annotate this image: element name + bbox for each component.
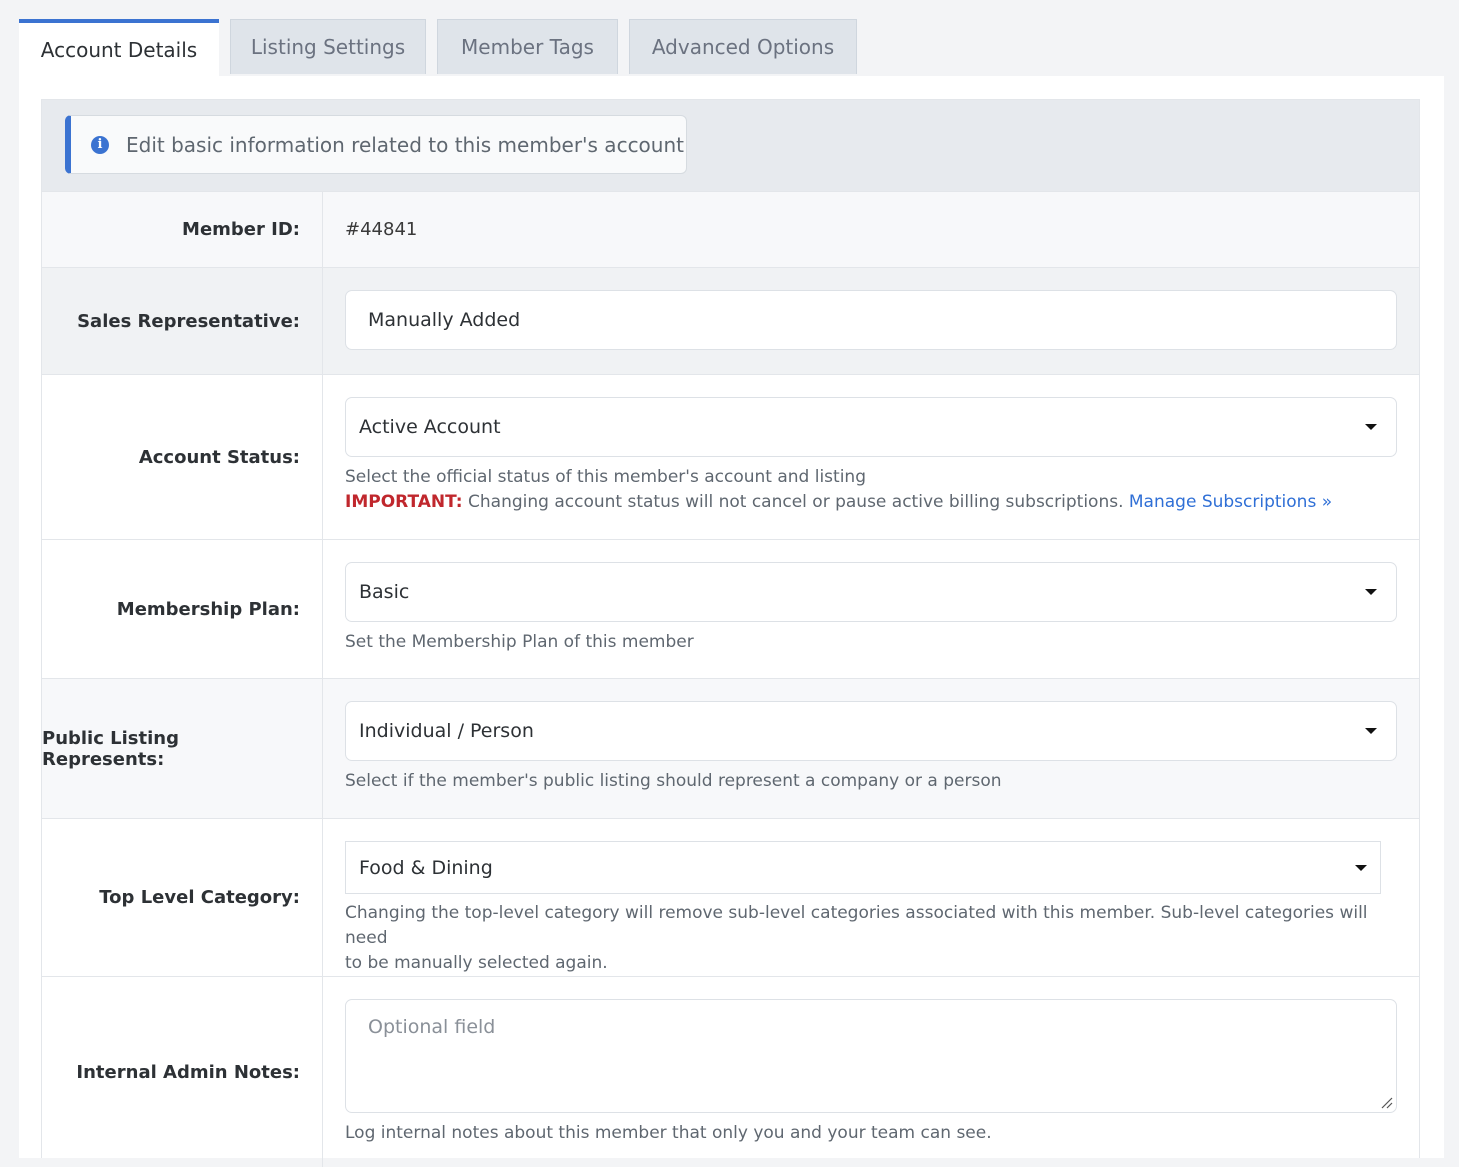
manage-subscriptions-link[interactable]: Manage Subscriptions » <box>1129 492 1332 512</box>
membership-plan-field: Basic Set the Membership Plan of this me… <box>323 540 1419 678</box>
tab-advanced-options[interactable]: Advanced Options <box>629 19 857 74</box>
tab-label: Advanced Options <box>651 35 835 59</box>
listing-represents-field: Individual / Person Select if the member… <box>323 679 1419 818</box>
membership-plan-label: Membership Plan: <box>42 540 323 678</box>
account-status-field: Active Account Select the official statu… <box>323 375 1419 539</box>
account-status-help: Select the official status of this membe… <box>345 465 1397 515</box>
top-category-field: Food & Dining Changing the top-level cat… <box>323 819 1419 976</box>
account-status-warning: IMPORTANT: Changing account status will … <box>345 490 1397 515</box>
top-category-select[interactable]: Food & Dining <box>345 841 1381 894</box>
important-text: Changing account status will not cancel … <box>468 492 1124 512</box>
tab-label: Member Tags <box>461 35 594 59</box>
account-status-help-text: Select the official status of this membe… <box>345 467 866 487</box>
admin-notes-field: Optional field Log internal notes about … <box>323 977 1419 1167</box>
form-panel: i Edit basic information related to this… <box>19 76 1444 1167</box>
listing-represents-value: Individual / Person <box>359 720 534 742</box>
membership-plan-row: Membership Plan: Basic Set the Membershi… <box>42 540 1419 679</box>
member-id-row: Member ID: #44841 <box>42 192 1419 268</box>
tab-bar: Account Details Listing Settings Member … <box>19 19 868 76</box>
tab-label: Account Details <box>40 37 198 62</box>
chevron-down-icon <box>1365 424 1377 430</box>
account-status-label: Account Status: <box>42 375 323 539</box>
sales-rep-input[interactable]: Manually Added <box>345 290 1397 350</box>
form-table: i Edit basic information related to this… <box>41 99 1420 1167</box>
tab-account-details[interactable]: Account Details <box>19 19 219 76</box>
chevron-down-icon <box>1365 728 1377 734</box>
sales-rep-value: Manually Added <box>368 309 521 331</box>
admin-notes-placeholder: Optional field <box>368 1016 496 1038</box>
tab-label: Listing Settings <box>250 35 406 59</box>
member-id-field: #44841 <box>323 192 1419 267</box>
sales-rep-label: Sales Representative: <box>42 268 323 374</box>
top-category-help: Changing the top-level category will rem… <box>345 901 1397 976</box>
member-id-label: Member ID: <box>42 192 323 267</box>
chevron-down-icon <box>1365 589 1377 595</box>
listing-represents-label: Public Listing Represents: <box>42 679 323 818</box>
admin-notes-label: Internal Admin Notes: <box>42 977 323 1167</box>
sales-rep-field: Manually Added <box>323 268 1419 374</box>
admin-notes-row: Internal Admin Notes: Optional field Log… <box>42 977 1419 1167</box>
admin-notes-help: Log internal notes about this member tha… <box>345 1123 992 1143</box>
top-category-value: Food & Dining <box>359 856 493 879</box>
info-callout-text: Edit basic information related to this m… <box>126 132 684 157</box>
tab-member-tags[interactable]: Member Tags <box>437 19 618 74</box>
admin-notes-textarea[interactable]: Optional field <box>345 999 1397 1113</box>
listing-represents-row: Public Listing Represents: Individual / … <box>42 679 1419 819</box>
account-status-row: Account Status: Active Account Select th… <box>42 375 1419 540</box>
membership-plan-value: Basic <box>359 581 410 603</box>
resize-handle-icon[interactable] <box>1381 1097 1393 1109</box>
account-status-value: Active Account <box>359 416 501 438</box>
top-category-row: Top Level Category: Food & Dining Changi… <box>42 819 1419 977</box>
membership-plan-select[interactable]: Basic <box>345 562 1397 622</box>
important-label: IMPORTANT: <box>345 492 463 512</box>
account-status-select[interactable]: Active Account <box>345 397 1397 457</box>
chevron-down-icon <box>1355 864 1367 871</box>
info-icon: i <box>91 135 109 154</box>
info-callout: i Edit basic information related to this… <box>65 115 687 174</box>
sales-rep-row: Sales Representative: Manually Added <box>42 268 1419 375</box>
membership-plan-help: Set the Membership Plan of this member <box>345 632 694 652</box>
top-category-help-line1: Changing the top-level category will rem… <box>345 903 1368 948</box>
member-id-value: #44841 <box>345 219 418 240</box>
listing-represents-select[interactable]: Individual / Person <box>345 701 1397 761</box>
top-category-label: Top Level Category: <box>42 819 323 976</box>
tab-listing-settings[interactable]: Listing Settings <box>230 19 426 74</box>
top-category-help-line2: to be manually selected again. <box>345 953 608 973</box>
listing-represents-help: Select if the member's public listing sh… <box>345 771 1002 791</box>
info-banner-row: i Edit basic information related to this… <box>42 100 1419 192</box>
